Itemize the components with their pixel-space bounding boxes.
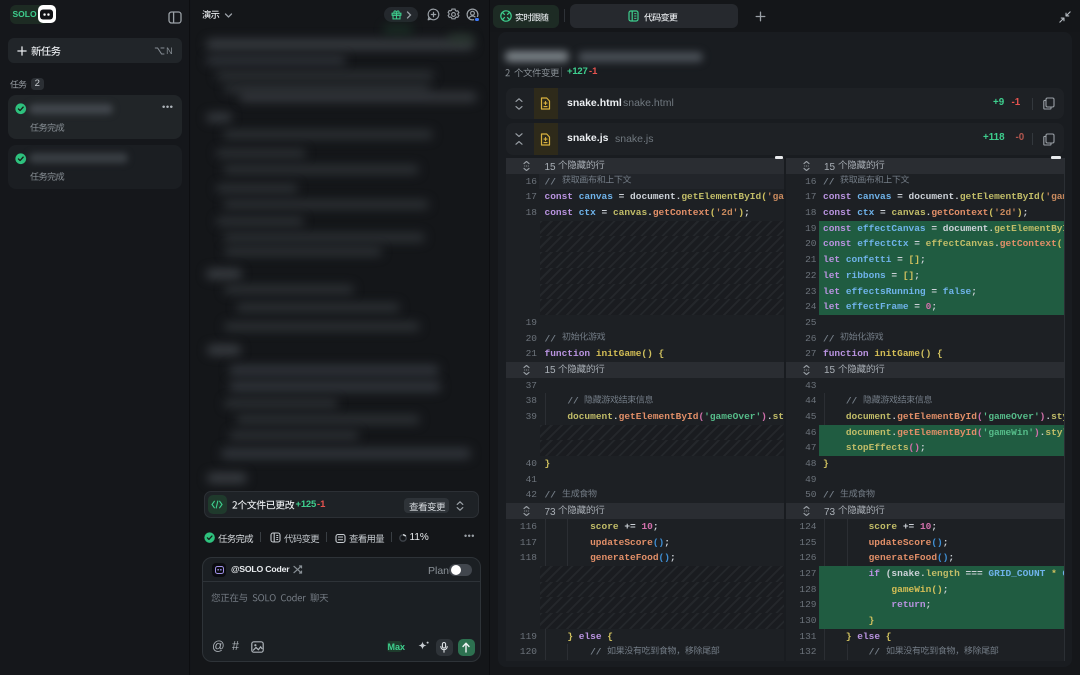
svg-text:N: N	[166, 46, 173, 56]
